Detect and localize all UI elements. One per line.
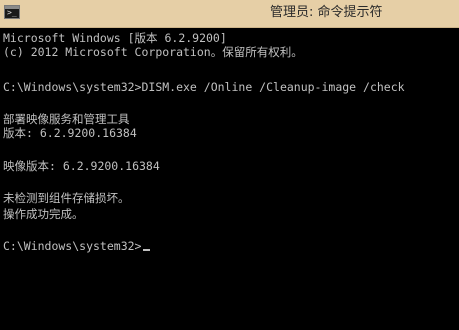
console-line: 版本: 6.2.9200.16384 [3, 126, 137, 140]
console-line: Microsoft Windows [版本 6.2.9200] [3, 31, 227, 45]
console-line: C:\Windows\system32>DISM.exe /Online /Cl… [3, 80, 405, 94]
console-prompt-line[interactable]: C:\Windows\system32> [3, 239, 151, 253]
console-line: 映像版本: 6.2.9200.16384 [3, 159, 160, 173]
console-prompt: C:\Windows\system32> [3, 239, 142, 253]
command-prompt-window: >_ 管理员: 命令提示符 Microsoft Windows [版本 6.2.… [0, 0, 459, 330]
console-line: 未检测到组件存储损坏。 [3, 191, 130, 205]
window-title: 管理员: 命令提示符 [270, 5, 383, 20]
console-line: (c) 2012 Microsoft Corporation。保留所有权利。 [3, 45, 303, 59]
text-cursor [143, 249, 151, 251]
title-bar[interactable]: >_ 管理员: 命令提示符 [0, 0, 459, 28]
cmd-console-icon[interactable]: >_ [4, 5, 20, 19]
console-output[interactable]: Microsoft Windows [版本 6.2.9200] (c) 2012… [0, 29, 459, 330]
console-line: 操作成功完成。 [3, 207, 84, 221]
console-line: 部署映像服务和管理工具 [3, 112, 130, 126]
